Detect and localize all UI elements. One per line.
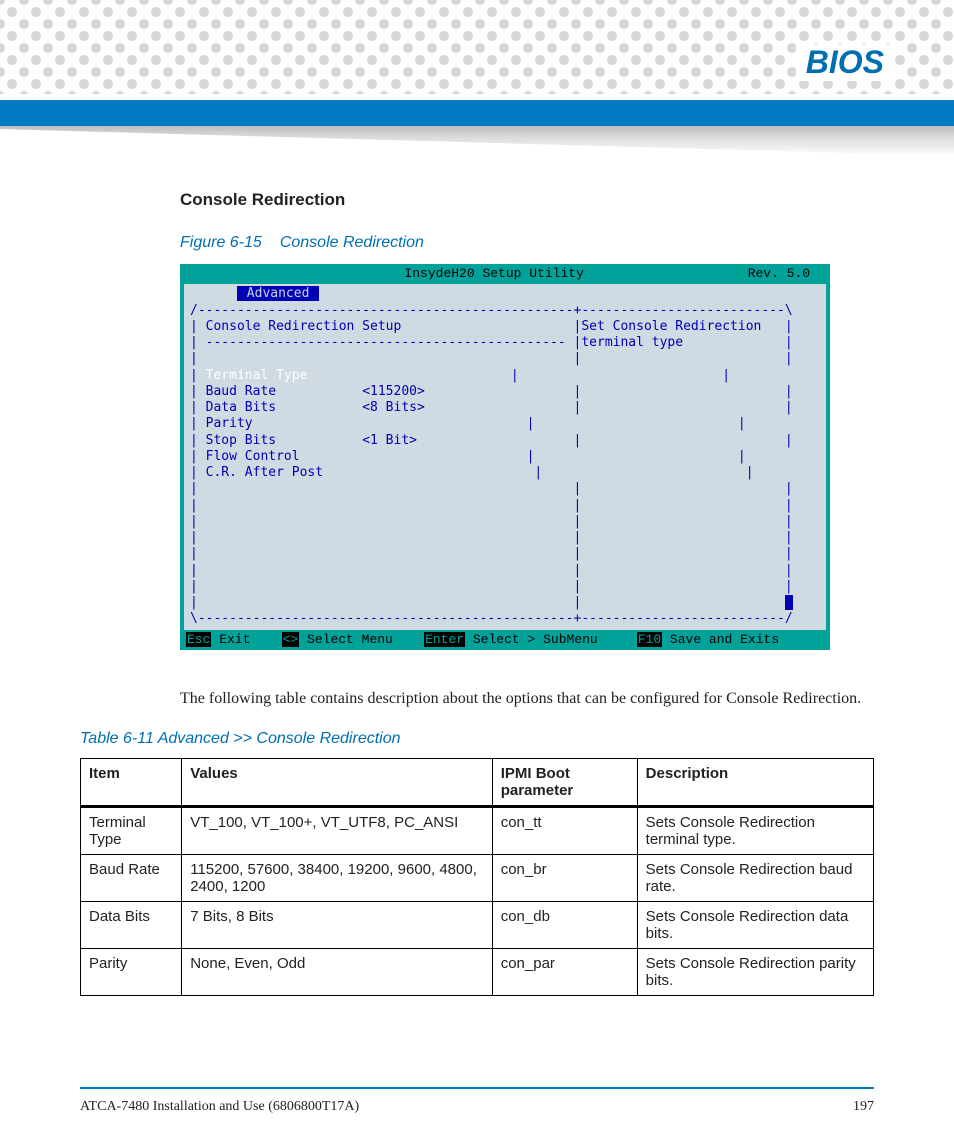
table-header: IPMI Boot parameter bbox=[492, 759, 637, 807]
table-cell: 115200, 57600, 38400, 19200, 9600, 4800,… bbox=[182, 855, 492, 902]
bios-screenshot: InsydeH20 Setup Utility Rev. 5.0 Advance… bbox=[180, 264, 830, 650]
table-cell: Parity bbox=[81, 949, 182, 996]
figure-number: Figure 6-15 bbox=[180, 234, 262, 251]
options-table: ItemValuesIPMI Boot parameterDescription… bbox=[80, 758, 874, 996]
bios-footer: Esc Exit <> Select Menu Enter Select > S… bbox=[180, 630, 830, 650]
figure-caption: Figure 6-15 Console Redirection bbox=[180, 234, 874, 252]
footer-doc-id: ATCA-7480 Installation and Use (6806800T… bbox=[80, 1099, 359, 1115]
table-cell: Data Bits bbox=[81, 902, 182, 949]
table-cell: con_tt bbox=[492, 807, 637, 855]
section-title: Console Redirection bbox=[180, 190, 874, 210]
figure-title: Console Redirection bbox=[280, 234, 424, 251]
table-cell: Terminal Type bbox=[81, 807, 182, 855]
table-cell: Sets Console Redirection terminal type. bbox=[637, 807, 873, 855]
table-row: ParityNone, Even, Oddcon_parSets Console… bbox=[81, 949, 874, 996]
table-cell: con_par bbox=[492, 949, 637, 996]
table-header: Item bbox=[81, 759, 182, 807]
table-row: Terminal TypeVT_100, VT_100+, VT_UTF8, P… bbox=[81, 807, 874, 855]
table-cell: Sets Console Redirection data bits. bbox=[637, 902, 873, 949]
table-header: Values bbox=[182, 759, 492, 807]
table-caption: Table 6-11 Advanced >> Console Redirecti… bbox=[80, 730, 874, 748]
bios-utility-title: InsydeH20 Setup Utility Rev. 5.0 bbox=[180, 264, 830, 284]
body-paragraph: The following table contains description… bbox=[180, 688, 874, 710]
table-cell: Baud Rate bbox=[81, 855, 182, 902]
table-cell: VT_100, VT_100+, VT_UTF8, PC_ANSI bbox=[182, 807, 492, 855]
table-row: Baud Rate115200, 57600, 38400, 19200, 96… bbox=[81, 855, 874, 902]
table-cell: 7 Bits, 8 Bits bbox=[182, 902, 492, 949]
table-row: Data Bits7 Bits, 8 Bitscon_dbSets Consol… bbox=[81, 902, 874, 949]
table-cell: con_db bbox=[492, 902, 637, 949]
table-cell: Sets Console Redirection baud rate. bbox=[637, 855, 873, 902]
table-cell: con_br bbox=[492, 855, 637, 902]
table-cell: Sets Console Redirection parity bits. bbox=[637, 949, 873, 996]
page-footer: ATCA-7480 Installation and Use (6806800T… bbox=[80, 1087, 874, 1115]
page-number: 197 bbox=[853, 1099, 874, 1115]
table-header: Description bbox=[637, 759, 873, 807]
table-cell: None, Even, Odd bbox=[182, 949, 492, 996]
bios-body: Advanced /------------------------------… bbox=[180, 284, 830, 629]
